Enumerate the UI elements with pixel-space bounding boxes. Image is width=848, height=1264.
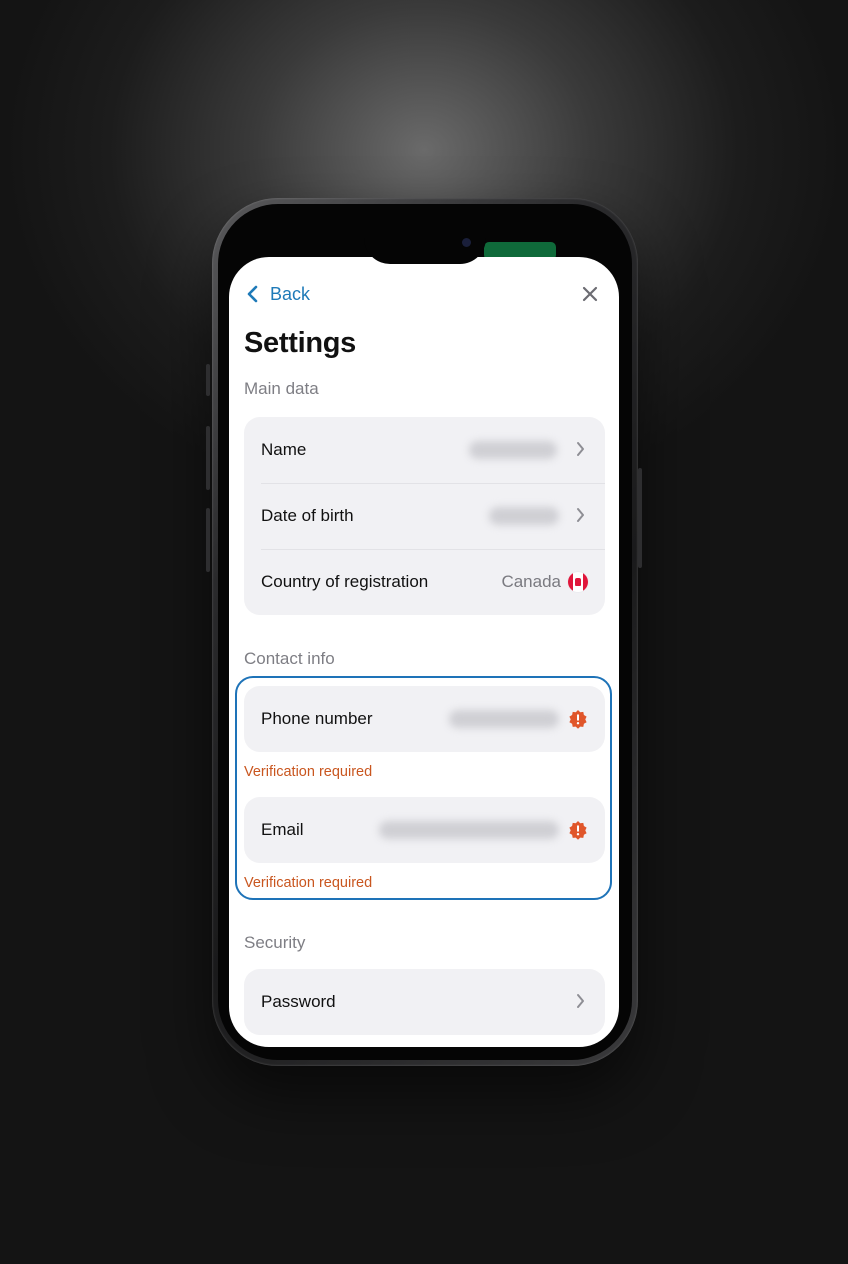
phone-number-card: Phone number (244, 686, 605, 752)
phone-verification-warning: Verification required (244, 764, 373, 780)
country-value: Canada (501, 572, 561, 591)
front-camera (462, 238, 471, 247)
silent-switch (206, 364, 210, 396)
email-card: Email (244, 797, 605, 863)
security-card: Password (244, 969, 605, 1035)
row-label: Phone number (261, 709, 373, 728)
volume-up-button (206, 426, 210, 490)
email-row[interactable]: Email (244, 797, 605, 863)
chevron-left-icon (247, 285, 258, 303)
notch (364, 206, 486, 264)
section-label-main-data: Main data (244, 379, 319, 398)
volume-down-button (206, 508, 210, 572)
phone-number-row[interactable]: Phone number (244, 686, 605, 752)
section-label-contact-info: Contact info (244, 649, 335, 668)
name-row[interactable]: Name (244, 417, 605, 483)
row-label: Email (261, 820, 304, 839)
back-label: Back (270, 283, 311, 304)
email-verification-warning: Verification required (244, 875, 373, 891)
name-value-redacted (469, 441, 557, 459)
password-row[interactable]: Password (244, 969, 605, 1035)
section-label-security: Security (244, 933, 306, 952)
row-label: Date of birth (261, 506, 354, 525)
power-button (638, 468, 642, 568)
country-row[interactable]: Country of registration Canada (244, 549, 605, 615)
alert-badge-icon (569, 710, 587, 729)
page-title: Settings (244, 327, 356, 359)
email-value-redacted (379, 821, 559, 839)
date-of-birth-row[interactable]: Date of birth (244, 483, 605, 549)
top-navigation-bar: Back (229, 279, 619, 309)
close-button[interactable] (577, 281, 603, 307)
chevron-right-icon (577, 442, 584, 456)
main-data-card: Name Date of birth Country of registrati… (244, 417, 605, 615)
phone-value-redacted (449, 710, 559, 728)
settings-screen: Back Settings Main data Name Date of bir… (229, 257, 619, 1047)
row-label: Password (261, 992, 336, 1011)
chevron-right-icon (577, 994, 584, 1008)
canada-flag-icon (568, 572, 588, 592)
alert-badge-icon (569, 821, 587, 840)
row-label: Name (261, 440, 307, 459)
chevron-right-icon (577, 508, 584, 522)
row-label: Country of registration (261, 572, 429, 591)
close-icon (582, 286, 598, 302)
back-button[interactable]: Back (247, 279, 310, 309)
date-of-birth-value-redacted (489, 507, 559, 525)
